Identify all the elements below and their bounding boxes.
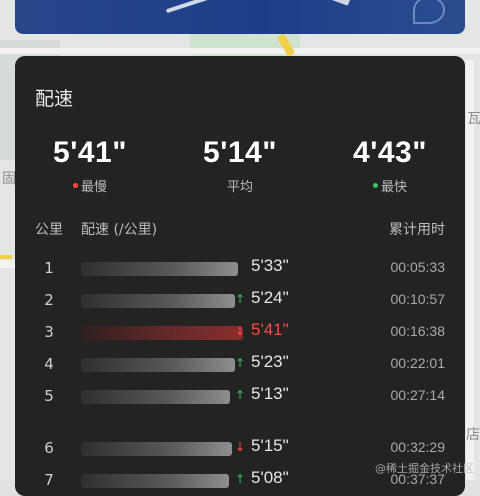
slow-dot-icon <box>72 183 78 188</box>
pace-bar <box>81 358 235 372</box>
row-km: 4 <box>44 355 54 373</box>
column-header-cumulative: 累计用时 <box>389 222 445 238</box>
table-row[interactable]: 2 ↑ 5'24" 00:10:57 <box>15 284 465 316</box>
row-pace: 5'33" <box>251 256 289 275</box>
table-row[interactable]: 1 5'33" 00:05:33 <box>15 252 465 284</box>
row-km: 1 <box>44 259 54 277</box>
row-cumulative-time: 00:22:01 <box>390 355 446 371</box>
stat-slowest-value: 5'41" <box>53 136 127 169</box>
stat-average-label: 平均 <box>226 180 253 195</box>
stat-fastest: 4'43" 最快 <box>335 136 445 195</box>
map-road-highlight <box>0 255 12 259</box>
map-road <box>0 260 15 268</box>
map-label: 固 <box>2 171 16 187</box>
row-cumulative-time: 00:10:57 <box>390 291 446 307</box>
arrow-up-icon: ↑ <box>235 472 246 486</box>
row-km: 2 <box>44 291 54 309</box>
watermark: @稀土掘金技术社区 <box>375 462 474 475</box>
map-label: 店 <box>466 427 480 443</box>
table-row[interactable]: 5 ↑ 5'13" 00:27:14 <box>15 380 465 412</box>
row-cumulative-time: 00:16:38 <box>390 323 446 339</box>
pace-bar <box>81 442 232 456</box>
pace-card: 配速 5'41" 最慢 5'14" 平均 4'43" 最快 公里 配速 (/公里… <box>15 56 465 496</box>
row-pace: 5'08" <box>251 468 289 487</box>
row-pace: 5'23" <box>251 352 289 371</box>
arrow-up-icon: ↑ <box>235 356 246 370</box>
row-cumulative-time: 00:32:29 <box>390 439 446 455</box>
brand-logo-icon <box>413 0 445 24</box>
table-row[interactable]: 4 ↑ 5'23" 00:22:01 <box>15 348 465 380</box>
column-header-km: 公里 <box>35 222 63 238</box>
stat-average: 5'14" 平均 <box>185 136 295 195</box>
row-km: 7 <box>44 471 54 489</box>
table-row[interactable]: 3 ↓ 5'41" 00:16:38 <box>15 316 465 348</box>
pace-bar <box>81 474 229 488</box>
arrow-up-icon: ↑ <box>235 292 246 306</box>
route-banner[interactable] <box>15 0 465 34</box>
row-cumulative-time: 00:05:33 <box>390 259 446 275</box>
row-km: 5 <box>44 387 54 405</box>
fast-dot-icon <box>372 183 378 188</box>
row-pace: 5'13" <box>251 384 289 403</box>
stat-fastest-label: 最快 <box>380 180 407 195</box>
arrow-down-icon: ↓ <box>235 440 246 454</box>
row-km: 3 <box>44 323 54 341</box>
row-km: 6 <box>44 439 54 457</box>
map-road <box>0 48 480 54</box>
arrow-up-icon: ↑ <box>235 388 246 402</box>
pace-bar <box>81 390 230 404</box>
map-label: 瓦 <box>467 111 480 127</box>
banner-decoration <box>165 0 225 14</box>
pace-bar <box>81 262 238 276</box>
row-cumulative-time: 00:27:14 <box>390 387 446 403</box>
card-title: 配速 <box>35 88 74 110</box>
stat-slowest-label: 最慢 <box>80 180 107 195</box>
row-pace: 5'24" <box>251 288 289 307</box>
stat-average-value: 5'14" <box>203 136 277 169</box>
banner-shoe-graphic <box>314 0 352 6</box>
column-header-pace: 配速 (/公里) <box>81 222 158 238</box>
row-pace: 5'15" <box>251 436 289 455</box>
stat-fastest-value: 4'43" <box>353 136 427 169</box>
stat-slowest: 5'41" 最慢 <box>35 136 145 195</box>
pace-bar <box>81 326 243 340</box>
row-pace: 5'41" <box>251 320 289 339</box>
arrow-down-icon: ↓ <box>235 324 246 338</box>
pace-bar <box>81 294 235 308</box>
